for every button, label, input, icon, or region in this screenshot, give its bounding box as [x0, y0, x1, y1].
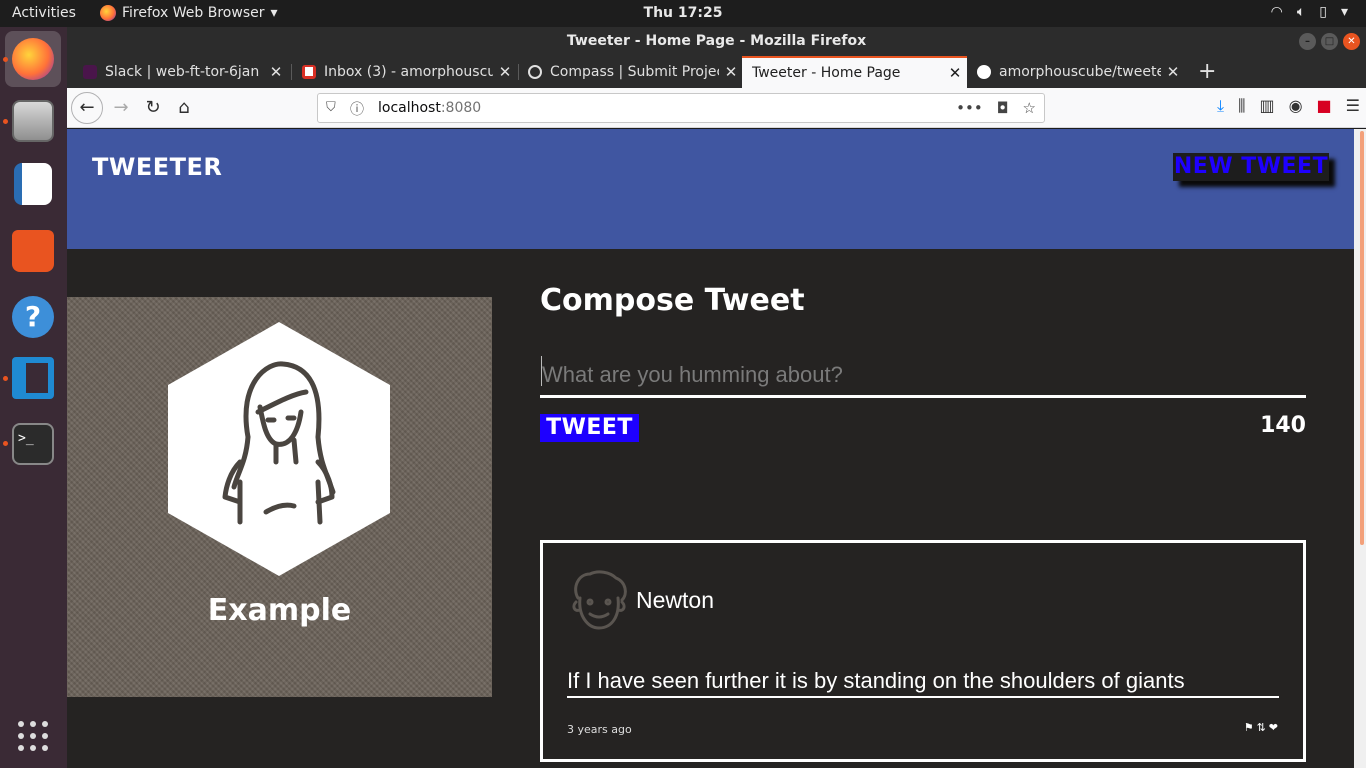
help-icon: ? [12, 296, 54, 338]
page-content: Tweeter New Tweet Example Compose Tweet … [67, 129, 1354, 768]
newton-avatar-icon [572, 570, 627, 630]
profile-avatar [168, 322, 390, 576]
app-menu[interactable]: Firefox Web Browser ▾ [100, 5, 278, 21]
running-indicator [3, 376, 8, 381]
site-brand[interactable]: Tweeter [92, 153, 222, 181]
character-counter: 140 [1260, 413, 1306, 438]
tab-github[interactable]: amorphouscube/tweeter ✕ [967, 56, 1185, 88]
show-applications-button[interactable] [5, 708, 61, 764]
forward-button[interactable]: → [107, 94, 135, 122]
dock-help[interactable]: ? [5, 289, 61, 345]
tab-label: Inbox (3) - amorphouscube [324, 64, 493, 80]
tab-compass[interactable]: Compass | Submit Project ✕ [518, 56, 743, 88]
profile-name: Example [207, 593, 352, 628]
firefox-icon [100, 5, 116, 21]
window-titlebar[interactable]: Tweeter - Home Page - Mozilla Firefox – … [67, 27, 1366, 56]
github-icon [977, 65, 991, 79]
account-icon[interactable]: ◉ [1289, 96, 1303, 116]
tweet-content: If I have seen further it is by standing… [567, 668, 1279, 698]
extension-icon[interactable]: ■ [1317, 96, 1332, 116]
close-tab-icon[interactable]: ✕ [264, 63, 288, 81]
close-tab-icon[interactable]: ✕ [943, 64, 967, 82]
firefox-icon [12, 38, 54, 80]
dock: ? >_ [0, 27, 67, 768]
tracking-protection-shield-icon[interactable]: ⛉ [326, 100, 336, 115]
pocket-icon[interactable]: ◘ [997, 99, 1009, 117]
close-tab-icon[interactable]: ✕ [1161, 63, 1185, 81]
dock-files[interactable] [5, 93, 61, 149]
running-indicator [3, 119, 8, 124]
terminal-icon: >_ [12, 423, 54, 465]
tab-label: amorphouscube/tweeter [999, 64, 1161, 80]
compass-icon [528, 65, 542, 79]
battery-icon: ▯ [1319, 4, 1327, 20]
slack-icon [83, 65, 97, 79]
running-indicator [3, 441, 8, 446]
window-title: Tweeter - Home Page - Mozilla Firefox [566, 33, 867, 49]
power-menu-icon: ▾ [1340, 4, 1348, 20]
tab-tweeter[interactable]: Tweeter - Home Page ✕ [742, 56, 967, 88]
site-info-icon[interactable]: ⓘ [350, 99, 364, 119]
minimize-button[interactable]: – [1299, 33, 1316, 50]
page-scrollbar-thumb[interactable] [1360, 131, 1364, 545]
downloads-icon[interactable]: ⤓ [1217, 96, 1224, 116]
profile-card: Example [67, 297, 492, 697]
url-bar[interactable]: ⛉ ⓘ localhost:8080 ••• ◘ ☆ [317, 93, 1045, 123]
volume-icon: 🔈︎ [1296, 4, 1306, 20]
tab-label: Slack | web-ft-tor-6jan [105, 64, 260, 80]
url-text[interactable]: localhost:8080 [378, 100, 481, 116]
page-actions-icon[interactable]: ••• [956, 99, 983, 117]
close-tab-icon[interactable]: ✕ [719, 63, 743, 81]
close-tab-icon[interactable]: ✕ [493, 63, 517, 81]
dock-writer[interactable] [5, 156, 61, 212]
tab-strip: Slack | web-ft-tor-6jan ✕ Inbox (3) - am… [67, 56, 1366, 88]
tab-label: Compass | Submit Project [550, 64, 719, 80]
tweet-submit-button[interactable]: Tweet [540, 414, 639, 442]
system-top-bar: Activities Firefox Web Browser ▾ Thu 17:… [0, 0, 1366, 27]
gmail-icon [302, 65, 316, 79]
wifi-icon: ◠ [1270, 4, 1283, 20]
retweet-icon[interactable]: ⇅ [1257, 721, 1266, 734]
library-icon[interactable]: ⫼ [1238, 96, 1245, 116]
tab-slack[interactable]: Slack | web-ft-tor-6jan ✕ [73, 56, 288, 88]
site-header: Tweeter New Tweet [67, 129, 1354, 249]
compose-title: Compose Tweet [540, 283, 805, 318]
vscode-icon [12, 357, 54, 399]
system-tray[interactable]: ◠ 🔈︎ ▯ ▾ [1271, 4, 1348, 20]
chevron-down-icon: ▾ [270, 5, 278, 21]
app-menu-label: Firefox Web Browser [122, 5, 265, 21]
menu-icon[interactable]: ☰ [1346, 96, 1360, 116]
like-heart-icon[interactable]: ❤ [1269, 721, 1278, 734]
text-caret [541, 356, 542, 386]
tab-gmail[interactable]: Inbox (3) - amorphouscube ✕ [292, 56, 517, 88]
writer-document-icon [14, 163, 52, 205]
files-icon [12, 100, 54, 142]
tab-label: Tweeter - Home Page [752, 65, 901, 81]
navigation-toolbar: ← → ↻ ⌂ ⛉ ⓘ localhost:8080 ••• ◘ ☆ ⤓ ⫼ ▥… [67, 88, 1366, 128]
tweet-card: Newton If I have seen further it is by s… [540, 540, 1306, 762]
flag-icon[interactable]: ⚑ [1244, 721, 1254, 734]
bookmark-star-icon[interactable]: ☆ [1023, 99, 1036, 117]
maximize-button[interactable]: □ [1321, 33, 1338, 50]
new-tab-button[interactable]: + [1198, 59, 1216, 84]
dock-terminal[interactable]: >_ [5, 416, 61, 472]
dock-vscode[interactable] [5, 350, 61, 406]
app-grid-icon [18, 721, 48, 751]
running-indicator [3, 57, 8, 62]
dock-firefox[interactable] [5, 31, 61, 87]
dock-software[interactable] [5, 223, 61, 279]
software-store-icon [12, 230, 54, 272]
back-button[interactable]: ← [71, 92, 103, 124]
tweet-actions: ⚑ ⇅ ❤ [1244, 721, 1278, 734]
close-window-button[interactable]: ✕ [1343, 33, 1360, 50]
new-tweet-button[interactable]: New Tweet [1173, 153, 1329, 181]
activities-button[interactable]: Activities [12, 5, 76, 21]
reload-button[interactable]: ↻ [139, 94, 167, 122]
tweet-timestamp: 3 years ago [567, 723, 632, 736]
home-button[interactable]: ⌂ [170, 94, 198, 122]
tweet-author: Newton [636, 587, 714, 613]
sidebar-icon[interactable]: ▥ [1259, 96, 1274, 116]
compose-tweet-input[interactable] [540, 354, 1306, 398]
